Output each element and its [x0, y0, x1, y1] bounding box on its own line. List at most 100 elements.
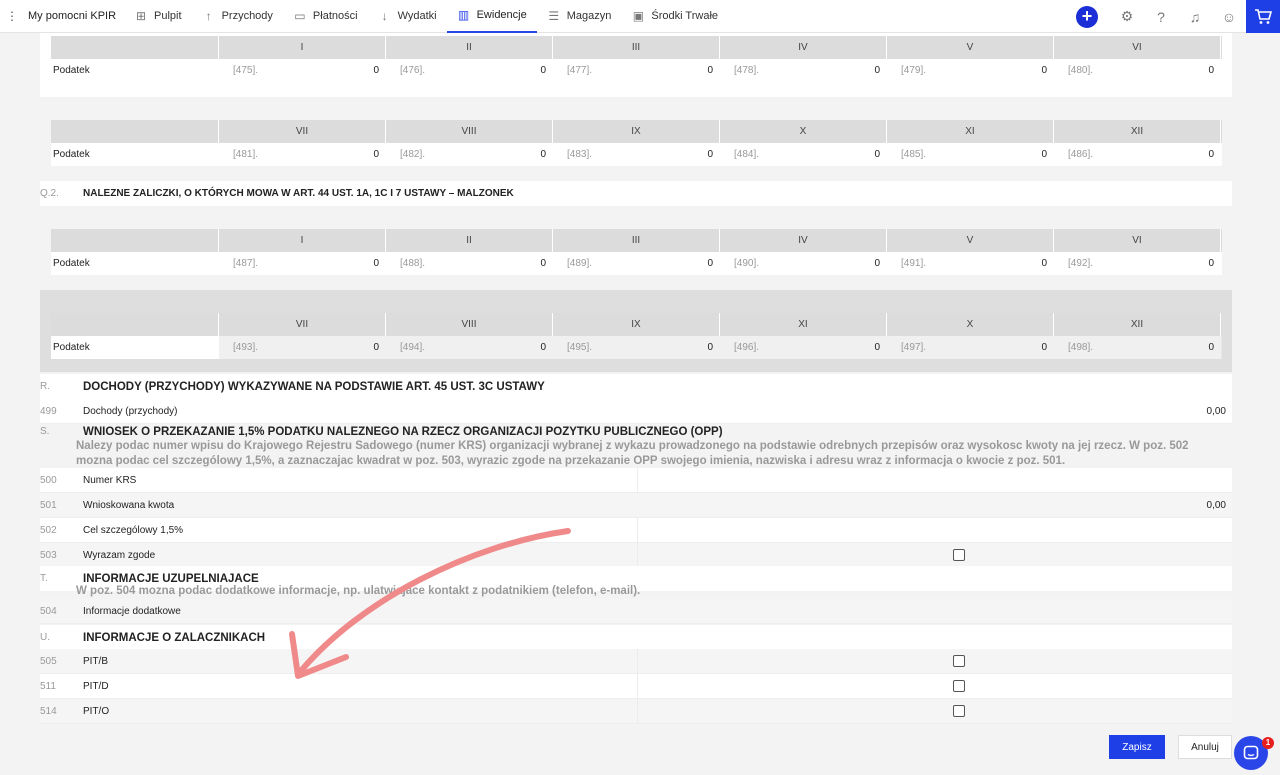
attachment-checkbox[interactable] — [953, 705, 965, 717]
field-code: [487]. — [233, 258, 259, 269]
tax-grid-1: I II III IV V VI Podatek [475]. 0 [476]. 0 [477… — [51, 36, 1222, 82]
column-header: VI — [1054, 229, 1221, 252]
field-code: [475]. — [233, 65, 259, 76]
section-title: DOCHODY (PRZYCHODY) WYKAZYWANE NA PODSTA… — [83, 380, 545, 393]
cart-icon[interactable] — [1246, 0, 1280, 33]
section-title: WNIOSEK O PRZEKAZANIE 1,5% PODATKU NALEZ… — [83, 425, 723, 438]
row-number: 504 — [40, 605, 57, 617]
tax-field[interactable]: [486]. 0 — [1054, 143, 1221, 166]
tax-field[interactable]: [476]. 0 — [386, 59, 553, 82]
row-number: 514 — [40, 705, 57, 717]
form-row-514: 514 PIT/O — [40, 699, 1232, 724]
tax-field[interactable]: [477]. 0 — [553, 59, 720, 82]
nav-magazyn[interactable]: ☰ Magazyn — [537, 0, 622, 33]
section-title: NALEZNE ZALICZKI, O KTÓRYCH MOWA W ART. … — [83, 188, 514, 199]
column-header: V — [887, 229, 1054, 252]
cancel-button[interactable]: Anuluj — [1178, 735, 1232, 759]
tax-field[interactable]: [488]. 0 — [386, 252, 553, 275]
tax-field[interactable]: [475]. 0 — [219, 59, 386, 82]
field-code: [494]. — [400, 342, 426, 353]
tax-field[interactable]: [487]. 0 — [219, 252, 386, 275]
add-button[interactable]: + — [1076, 5, 1098, 28]
tax-field[interactable]: [498]. 0 — [1054, 336, 1221, 359]
top-navigation: ⋮ My pomocni KPIR ⊞ Pulpit ↑ Przychody ▭ Pła… — [0, 0, 1280, 33]
field-code: [490]. — [734, 258, 760, 269]
section-u-header: U. INFORMACJE O ZALACZNIKACH — [40, 625, 1232, 650]
field-value: 0 — [874, 65, 880, 76]
nav-pulpit[interactable]: ⊞ Pulpit — [124, 0, 192, 33]
tax-field[interactable]: [495]. 0 — [553, 336, 720, 359]
form-row-511: 511 PIT/D — [40, 674, 1232, 699]
column-header: I — [219, 36, 386, 59]
tax-field[interactable]: [492]. 0 — [1054, 252, 1221, 275]
field-code: [491]. — [901, 258, 927, 269]
field-code: [492]. — [1068, 258, 1094, 269]
row-label: Podatek — [53, 65, 90, 76]
form-row-501: 501 Wnioskowana kwota 0,00 — [40, 493, 1232, 518]
bar-chart-icon: ▥ — [457, 8, 470, 22]
field-code: [483]. — [567, 149, 593, 160]
tax-field[interactable]: [481]. 0 — [219, 143, 386, 166]
nav-przychody[interactable]: ↑ Przychody — [192, 0, 283, 33]
tax-field[interactable]: [496]. 0 — [720, 336, 887, 359]
field-value: 0 — [1208, 258, 1214, 269]
field-code: [496]. — [734, 342, 760, 353]
tax-field[interactable]: [497]. 0 — [887, 336, 1054, 359]
tax-field[interactable]: [483]. 0 — [553, 143, 720, 166]
tax-field[interactable]: [482]. 0 — [386, 143, 553, 166]
field-value: 0 — [540, 65, 546, 76]
section-title: INFORMACJE UZUPELNIAJACE — [83, 572, 259, 585]
row-label: PIT/B — [83, 655, 109, 667]
nav-srodki-trwale[interactable]: ▣ Środki Trwałe — [621, 0, 728, 33]
column-header: IX — [553, 120, 720, 143]
more-vertical-icon[interactable]: ⋮ — [6, 9, 18, 23]
tax-field[interactable]: [494]. 0 — [386, 336, 553, 359]
nav-ewidencje[interactable]: ▥ Ewidencje — [446, 0, 537, 33]
field-code: [481]. — [233, 149, 259, 160]
tax-grid-3: I II III IV V VI Podatek [487]. 0 [488]. 0 [489… — [51, 229, 1222, 275]
brand[interactable]: ⋮ My pomocni KPIR — [0, 9, 124, 23]
tax-grid-2: VII VIII IX X XI XII Podatek [481]. 0 [482]. 0 … — [51, 120, 1222, 166]
nav-platnosci[interactable]: ▭ Płatności — [283, 0, 368, 33]
tax-field[interactable]: [489]. 0 — [553, 252, 720, 275]
field-code: [476]. — [400, 65, 426, 76]
field-value: 0 — [1208, 149, 1214, 160]
settings-icon[interactable]: ⚙ — [1110, 8, 1144, 25]
user-icon[interactable]: ☺ — [1212, 9, 1246, 25]
tax-field[interactable]: [491]. 0 — [887, 252, 1054, 275]
row-label: Dochody (przychody) — [83, 405, 178, 417]
row-number: 499 — [40, 405, 57, 417]
tax-field[interactable]: [493]. 0 — [219, 336, 386, 359]
tax-field[interactable]: [490]. 0 — [720, 252, 887, 275]
help-icon[interactable]: ? — [1144, 9, 1178, 25]
section-description: W poz. 504 mozna podac dodatkowe informa… — [76, 585, 641, 597]
nav-wydatki[interactable]: ↓ Wydatki — [368, 0, 447, 33]
save-button[interactable]: Zapisz — [1109, 735, 1165, 759]
tax-field[interactable]: [480]. 0 — [1054, 59, 1221, 82]
attachment-checkbox[interactable] — [953, 655, 965, 667]
column-header: V — [887, 36, 1054, 59]
tax-field[interactable]: [479]. 0 — [887, 59, 1054, 82]
tax-field[interactable]: [484]. 0 — [720, 143, 887, 166]
section-prefix: Q.2. — [40, 188, 59, 199]
column-header: VII — [219, 120, 386, 143]
column-header: X — [887, 313, 1054, 336]
field-value: 0 — [540, 149, 546, 160]
field-code: [486]. — [1068, 149, 1094, 160]
column-header: VIII — [386, 120, 553, 143]
amount-input[interactable]: 0,00 — [1207, 500, 1226, 511]
tax-field[interactable]: [485]. 0 — [887, 143, 1054, 166]
amount-input[interactable]: 0,00 — [1207, 406, 1226, 417]
field-code: [485]. — [901, 149, 927, 160]
form-row-505: 505 PIT/B — [40, 649, 1232, 674]
consent-checkbox[interactable] — [953, 549, 965, 561]
section-prefix: T. — [40, 573, 48, 584]
tax-field[interactable]: [478]. 0 — [720, 59, 887, 82]
field-code: [489]. — [567, 258, 593, 269]
row-label: Numer KRS — [83, 474, 137, 486]
field-code: [498]. — [1068, 342, 1094, 353]
field-value: 0 — [373, 65, 379, 76]
attachment-checkbox[interactable] — [953, 680, 965, 692]
bell-icon[interactable]: ♫ — [1178, 9, 1212, 25]
payment-icon: ▭ — [294, 9, 306, 23]
